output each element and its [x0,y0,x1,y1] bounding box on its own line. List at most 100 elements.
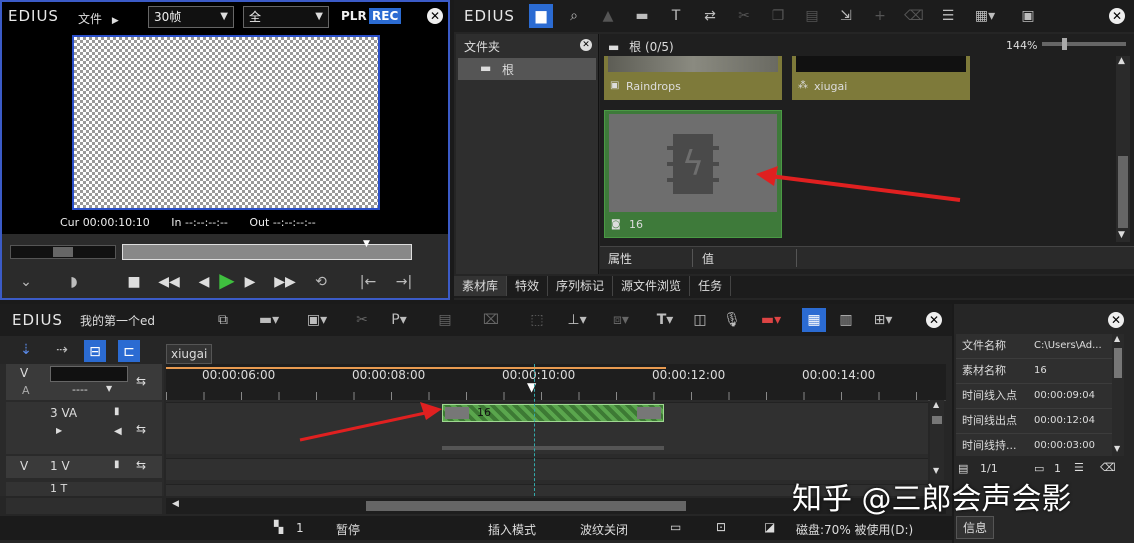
plr-button[interactable]: PLR [341,9,367,23]
display-icon[interactable]: ⊡ [716,520,726,534]
tab-info[interactable]: 信息 [956,516,995,539]
video-preview[interactable] [72,35,380,210]
layout-icon[interactable]: ⊞▾ [868,308,898,332]
search-icon[interactable]: ⌕ [562,4,586,28]
group-icon[interactable]: ⊏ [118,340,140,362]
toolbox-icon[interactable]: ▣ [1016,4,1040,28]
clip-16[interactable]: ϟ ◙ 16 [604,110,782,238]
close-icon[interactable]: ✕ [580,39,592,51]
track-label: 3 VA [50,406,78,420]
sequence-tab[interactable]: xiugai [166,344,213,364]
paste-mode-icon[interactable]: P▾ [386,308,412,332]
sync-icon[interactable]: ⇆ [136,374,146,388]
delete-icon[interactable]: ⌫ [902,4,926,28]
track-tool-icon[interactable]: ⇢ [50,338,74,362]
rewind-icon[interactable]: ◀◀ [156,270,182,294]
copy-icon[interactable]: ❐ [766,4,790,28]
close-icon[interactable]: ✕ [427,8,443,24]
send-to-player-icon[interactable]: ⇲ [834,4,858,28]
bin-scrollbar[interactable]: ▲ ▼ [1116,56,1130,242]
bin-toolbar: EDIUS ▆ ⌕ ▲ ▬ T ⇄ ✂ ❐ ▤ ⇲ + ⌫ ☰ ▦▾ ▣ ✕ [454,0,1134,32]
clip-xiugai[interactable]: ⁂ xiugai [792,56,970,100]
info-value: 00:00:09:04 [1034,390,1096,401]
position-slider[interactable]: ▼ [122,239,412,260]
delete-icon[interactable]: ⌫ [1100,461,1116,474]
expand-icon[interactable]: ▶ [56,426,62,435]
tab-tasks[interactable]: 任务 [690,276,732,296]
marker-icon[interactable]: ◗ [62,270,86,294]
open-folder-icon[interactable]: ▬ [630,4,654,28]
track-patch-value: ---- [72,383,88,396]
tab-source-browser[interactable]: 源文件浏览 [613,276,691,296]
stop-icon[interactable]: ■ [124,270,144,294]
replace-icon[interactable]: ⇄ [698,4,722,28]
cut-icon[interactable]: ✂ [352,308,372,332]
ripple-mode[interactable]: 波纹关闭 [580,521,628,538]
render-icon[interactable]: ◫ [688,308,712,332]
close-icon[interactable]: ✕ [926,312,942,328]
folder-view-icon[interactable]: ▆ [529,4,553,28]
microphone-icon[interactable]: 🎙 [720,308,744,332]
close-icon[interactable]: ✕ [1109,8,1125,24]
fps-dropdown[interactable]: 30帧 ▼ [148,6,234,28]
quality-dropdown[interactable]: 全 ▼ [243,6,329,28]
loop-icon[interactable]: ⟲ [308,270,334,294]
tab-markers[interactable]: 序列标记 [548,276,614,296]
link-icon[interactable]: ⊟ [84,340,106,362]
open-folder-icon[interactable]: ▬▾ [256,308,282,332]
delete-icon[interactable]: ⌧ [478,308,504,332]
list-view-icon[interactable]: ☰ [936,4,960,28]
add-to-timeline-icon[interactable]: + [868,4,892,28]
zoom-slider[interactable] [1042,38,1126,50]
monitor-icon[interactable]: ▭ [670,520,681,534]
track-scrollbar[interactable]: ▲ ▼ [930,400,944,480]
close-icon[interactable]: ✕ [1108,312,1124,328]
sequence-icon[interactable]: ⧉ [210,308,236,332]
ripple-delete-icon[interactable]: ⬚ [524,308,550,332]
timeline-clip-16[interactable]: 16 [442,404,664,422]
list-icon[interactable]: ☰ [1074,461,1084,474]
insert-mode[interactable]: 插入模式 [488,521,536,538]
fast-forward-icon[interactable]: ▶▶ [272,270,298,294]
clip-area: ▬ 根 (0/5) 144% ▣ Raindrops ⁂ xiugai ϟ ◙ [600,34,1134,274]
tab-effects[interactable]: 特效 [507,276,549,296]
set-in-icon[interactable]: ⌄ [16,270,36,294]
save-icon[interactable]: ▣▾ [304,308,330,332]
video-mute-icon[interactable]: ▮ [114,406,120,417]
title-icon[interactable]: T▾ [652,308,678,332]
info-value: 16 [1034,365,1047,376]
marker-icon[interactable]: ⊥▾ [562,308,592,332]
cut-icon[interactable]: ✂ [732,4,756,28]
track-patch-dropdown[interactable] [50,366,128,382]
paste-icon[interactable]: ▤ [432,308,458,332]
clip-raindrops[interactable]: ▣ Raindrops [604,56,782,100]
video-mute-icon[interactable]: ▮ [114,459,120,470]
rec-button[interactable]: REC [369,8,402,24]
render-icon[interactable]: ◪ [764,520,775,534]
tab-library[interactable]: 素材库 [454,276,508,296]
file-menu[interactable]: 文件 ▶ [78,10,119,27]
out-point-icon[interactable]: →| [392,270,416,294]
info-scrollbar[interactable]: ▲ ▼ [1112,334,1124,456]
add-title-icon[interactable]: T [664,4,688,28]
step-forward-icon[interactable]: ▶ [242,270,258,294]
timeline-logo: EDIUS [12,311,63,329]
track-tool-icon[interactable]: ⇣ [14,338,38,362]
project-name: 我的第一个ed [80,314,156,328]
thumbnail-view-icon[interactable]: ▦▾ [970,4,1000,28]
transition-icon[interactable]: ⧈▾ [606,308,636,332]
export-icon[interactable]: ▬▾ [756,308,786,332]
sync-icon[interactable]: ⇆ [136,422,146,436]
speaker-icon[interactable]: ◀ [114,426,122,437]
timecode-view-icon[interactable]: ▦ [802,308,826,332]
sync-icon[interactable]: ⇆ [136,458,146,472]
up-folder-icon[interactable]: ▲ [596,4,620,28]
folder-item-root[interactable]: ▬ 根 [458,58,596,80]
play-icon[interactable]: ▶ [214,268,240,292]
in-point-icon[interactable]: |← [356,270,380,294]
shuttle-slider[interactable] [10,245,116,259]
step-back-icon[interactable]: ◀ [196,270,212,294]
timeline-ruler[interactable]: 00:00:06:00 00:00:08:00 00:00:10:00 00:0… [166,364,946,401]
paste-icon[interactable]: ▤ [800,4,824,28]
mixer-icon[interactable]: ▥ [834,308,858,332]
